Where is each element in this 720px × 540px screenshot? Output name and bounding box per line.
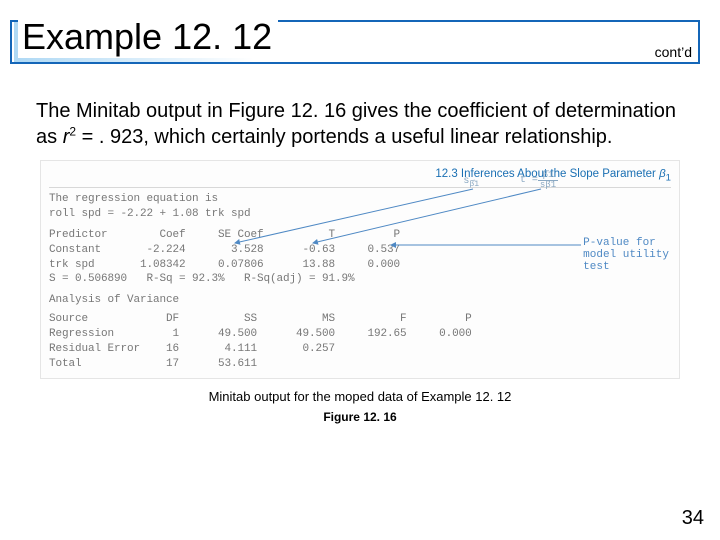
annot-pvalue: P-value for model utility test — [583, 237, 669, 273]
s-line: S = 0.506890 R-Sq = 92.3% R-Sq(adj) = 91… — [49, 272, 671, 287]
para-post: = . 923, which certainly portends a usef… — [76, 126, 612, 148]
eq-line2: roll spd = -2.22 + 1.08 trk spd — [49, 207, 671, 222]
eq-line1: The regression equation is — [49, 192, 671, 207]
an-r1: Regression 1 49.500 49.500 192.65 0.000 — [49, 327, 671, 342]
continued-label: cont’d — [653, 44, 694, 60]
annot-t-bot: sβ̂1 — [538, 181, 558, 190]
tbl-r2: trk spd 1.08342 0.07806 13.88 0.000 — [49, 258, 671, 273]
annot-sbeta: sβ̂1 — [463, 177, 479, 189]
minitab-output: 12.3 Inferences About the Slope Paramete… — [40, 160, 680, 379]
tbl-hdr: Predictor Coef SE Coef T P — [49, 228, 671, 243]
tbl-r1: Constant -2.224 3.528 -0.63 0.537 — [49, 243, 671, 258]
figure-caption: Minitab output for the moped data of Exa… — [0, 389, 720, 404]
section-header-sub: 1 — [666, 172, 671, 183]
annot-pval-l3: test — [583, 261, 669, 273]
annot-pval-l1: P-value for — [583, 237, 669, 249]
an-hdr: Source DF SS MS F P — [49, 312, 671, 327]
an-r3: Total 17 53.611 — [49, 357, 671, 372]
annot-t: t = — [520, 176, 538, 186]
annot-pval-l2: model utility — [583, 249, 669, 261]
an-r2: Residual Error 16 4.111 0.257 — [49, 342, 671, 357]
annot-sb1-sub: β̂1 — [469, 180, 479, 189]
slide-title: Example 12. 12 — [18, 16, 278, 58]
page-number: 34 — [682, 507, 704, 530]
section-header-beta: β — [659, 168, 666, 180]
figure-number: Figure 12. 16 — [0, 410, 720, 424]
title-block: Example 12. 12 cont’d — [0, 0, 720, 62]
anova-title: Analysis of Variance — [49, 293, 671, 308]
annot-t-formula: t = β̂1 sβ̂1 — [509, 171, 569, 190]
body-paragraph: The Minitab output in Figure 12. 16 give… — [36, 98, 692, 150]
minitab-section-header: 12.3 Inferences About the Slope Paramete… — [49, 167, 671, 188]
